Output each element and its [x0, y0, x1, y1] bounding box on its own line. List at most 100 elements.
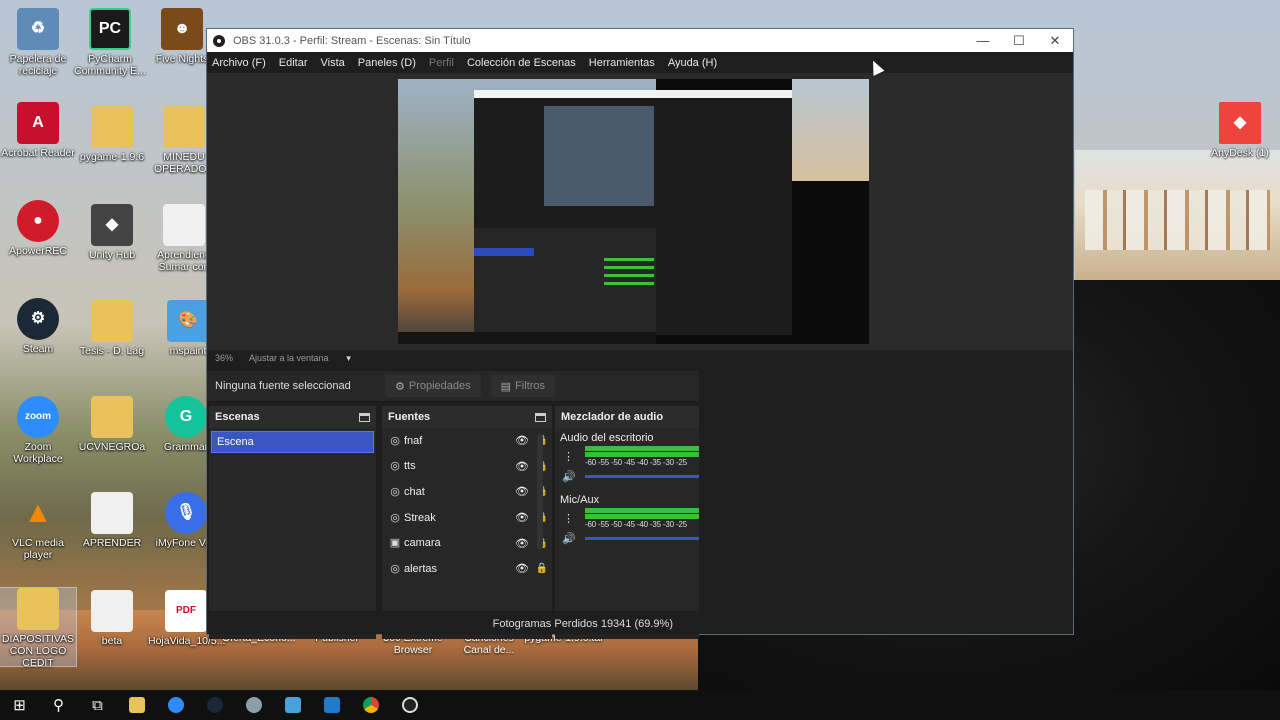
sources-header: Fuentes	[382, 406, 552, 428]
obs-titlebar[interactable]: OBS 31.0.3 - Perfil: Stream - Escenas: S…	[207, 29, 1073, 52]
eye-icon[interactable]: 👁	[512, 537, 532, 550]
menu-archivo[interactable]: Archivo (F)	[212, 57, 266, 69]
desktop-icon-apowerrec[interactable]: ● ApowerREC	[0, 200, 76, 257]
source-row[interactable]: ◎ tts 👁 🔒	[382, 454, 552, 480]
undock-icon[interactable]	[535, 412, 546, 422]
preview-area[interactable]	[207, 73, 1073, 350]
pycharm-icon: PC	[89, 8, 131, 50]
undock-icon[interactable]	[359, 412, 370, 422]
start-button[interactable]: ⊞	[0, 690, 39, 720]
desktop-icon-pygame-folder[interactable]: pygame-1.9.6	[74, 106, 150, 163]
desktop-icon-label: Acrobat Reader	[1, 147, 75, 159]
volume-slider[interactable]	[585, 475, 699, 478]
source-toolbar: Ninguna fuente seleccionad ⚙ Propiedades…	[207, 371, 699, 401]
preview-canvas[interactable]	[398, 79, 869, 344]
more-options-icon[interactable]: ⋮	[563, 512, 574, 525]
dropped-frames-status: Fotogramas Perdidos 19341 (69.9%)	[492, 618, 673, 630]
minimize-button[interactable]: —	[965, 33, 1001, 48]
eye-icon[interactable]: 👁	[512, 485, 532, 498]
game-icon: ☻	[161, 8, 203, 50]
more-options-icon[interactable]: ⋮	[563, 450, 574, 463]
eye-icon[interactable]: 👁	[512, 562, 532, 575]
source-row[interactable]: ◎ fnaf 👁 🔒	[382, 428, 552, 454]
microphone-icon: 🎙	[165, 492, 207, 534]
preview-nested-obs	[474, 90, 792, 335]
menu-herramientas[interactable]: Herramientas	[589, 57, 655, 69]
source-row[interactable]: ◎ alertas 👁 🔒	[382, 556, 552, 582]
maximize-button[interactable]: ☐	[1001, 33, 1037, 49]
desktop-icon-vlc[interactable]: ▲ VLC media player	[0, 492, 76, 562]
properties-button[interactable]: ⚙ Propiedades	[385, 375, 481, 397]
preview-nested-docks	[474, 228, 656, 333]
desktop-icon-acrobat[interactable]: A Acrobat Reader	[0, 102, 76, 159]
dropdown-arrow-icon[interactable]: ▼	[345, 354, 353, 363]
channel-name: Mic/Aux	[560, 494, 600, 506]
desktop-icon-label: ApowerREC	[9, 245, 67, 257]
zoom-taskbar-button[interactable]	[156, 690, 195, 720]
steam-icon: ⚙	[17, 298, 59, 340]
desktop-icon-label: beta	[101, 635, 123, 647]
desktop-icon-unity-hub[interactable]: ◆ Unity Hub	[74, 204, 150, 261]
desktop-icon-label: Papelera de reciclaje	[9, 53, 67, 77]
speaker-icon[interactable]: 🔊	[562, 470, 576, 483]
source-row[interactable]: ◎ chat 👁 🔒	[382, 479, 552, 505]
menu-ayuda[interactable]: Ayuda (H)	[668, 57, 717, 69]
volume-slider[interactable]	[585, 537, 699, 540]
file-explorer-button[interactable]	[117, 690, 156, 720]
vlc-icon: ▲	[23, 496, 53, 529]
fit-to-window-select[interactable]: Ajustar a la ventana	[249, 353, 329, 363]
sources-title: Fuentes	[388, 411, 431, 423]
source-name: alertas	[404, 562, 438, 575]
vscode-taskbar-button[interactable]	[312, 690, 351, 720]
task-view-button[interactable]: ⧉	[78, 690, 117, 720]
speaker-icon[interactable]: 🔊	[562, 532, 576, 545]
eye-icon[interactable]: 👁	[512, 511, 532, 524]
pinned-app-button-2[interactable]	[273, 690, 312, 720]
eye-icon[interactable]: 👁	[512, 460, 532, 473]
menu-paneles[interactable]: Paneles (D)	[358, 57, 416, 69]
desktop-icon-label: Tesis - D. Lag	[79, 345, 145, 357]
filters-button[interactable]: ▤ Filtros	[490, 375, 556, 397]
desktop-icon-zoom[interactable]: zoom Zoom Workplace	[0, 396, 76, 465]
steam-icon	[206, 697, 223, 713]
zoom-bar: 36% Ajustar a la ventana ▼	[207, 350, 699, 366]
scene-item[interactable]: Escena	[211, 431, 374, 453]
steam-taskbar-button[interactable]	[195, 690, 234, 720]
zoom-level: 36%	[215, 353, 234, 363]
source-row[interactable]: ▣ camara 👁 🔒	[382, 530, 552, 556]
zoom-icon: zoom	[17, 396, 59, 438]
apowerrec-icon: ●	[17, 200, 59, 242]
desktop-icon-anydesk[interactable]: ◆ AnyDesk (1)	[1202, 102, 1278, 159]
desktop-icon-tesis[interactable]: Tesis - D. Lag	[74, 300, 150, 357]
desktop-icon-pycharm[interactable]: PC PyCharm Community E...	[72, 8, 148, 77]
mixer-title: Mezclador de audio	[561, 411, 664, 423]
source-row[interactable]: ◎ Streak 👁 🔒	[382, 505, 552, 531]
desktop-icon-recycle-bin[interactable]: ♻ Papelera de reciclaje	[0, 8, 76, 77]
menu-editar[interactable]: Editar	[279, 57, 308, 69]
eye-icon[interactable]: 👁	[512, 434, 532, 447]
grammarly-icon: G	[165, 396, 207, 438]
desktop-icon-beta[interactable]: beta	[74, 590, 150, 647]
browser-source-icon: ◎	[390, 562, 400, 575]
pdf-icon: PDF	[165, 590, 207, 632]
obs-icon	[401, 697, 418, 713]
no-source-label: Ninguna fuente seleccionad	[215, 380, 351, 392]
menu-perfil[interactable]: Perfil	[429, 57, 454, 69]
desktop-icon-ucvnegroa[interactable]: UCVNEGROa	[74, 396, 150, 453]
search-button[interactable]: ⚲	[39, 690, 78, 720]
sources-scrollbar[interactable]	[537, 434, 543, 549]
menu-coleccion-escenas[interactable]: Colección de Escenas	[467, 57, 576, 69]
obs-taskbar-button[interactable]	[390, 690, 429, 720]
source-name: fnaf	[404, 434, 423, 447]
menu-vista[interactable]: Vista	[321, 57, 345, 69]
close-button[interactable]: ✕	[1037, 33, 1073, 49]
desktop-icon-label: Unity Hub	[88, 249, 136, 261]
folder-icon	[17, 588, 59, 630]
desktop-icon-steam[interactable]: ⚙ Steam	[0, 298, 76, 355]
desktop-icon-diapositivas[interactable]: DIAPOSITIVAS CON LOGO CEDIT	[0, 587, 77, 669]
pinned-app-button[interactable]	[234, 690, 273, 720]
desktop-icon-aprender[interactable]: APRENDER	[74, 492, 150, 549]
folder-icon	[163, 106, 205, 148]
lock-icon[interactable]: 🔒	[532, 563, 552, 574]
chrome-taskbar-button[interactable]	[351, 690, 390, 720]
